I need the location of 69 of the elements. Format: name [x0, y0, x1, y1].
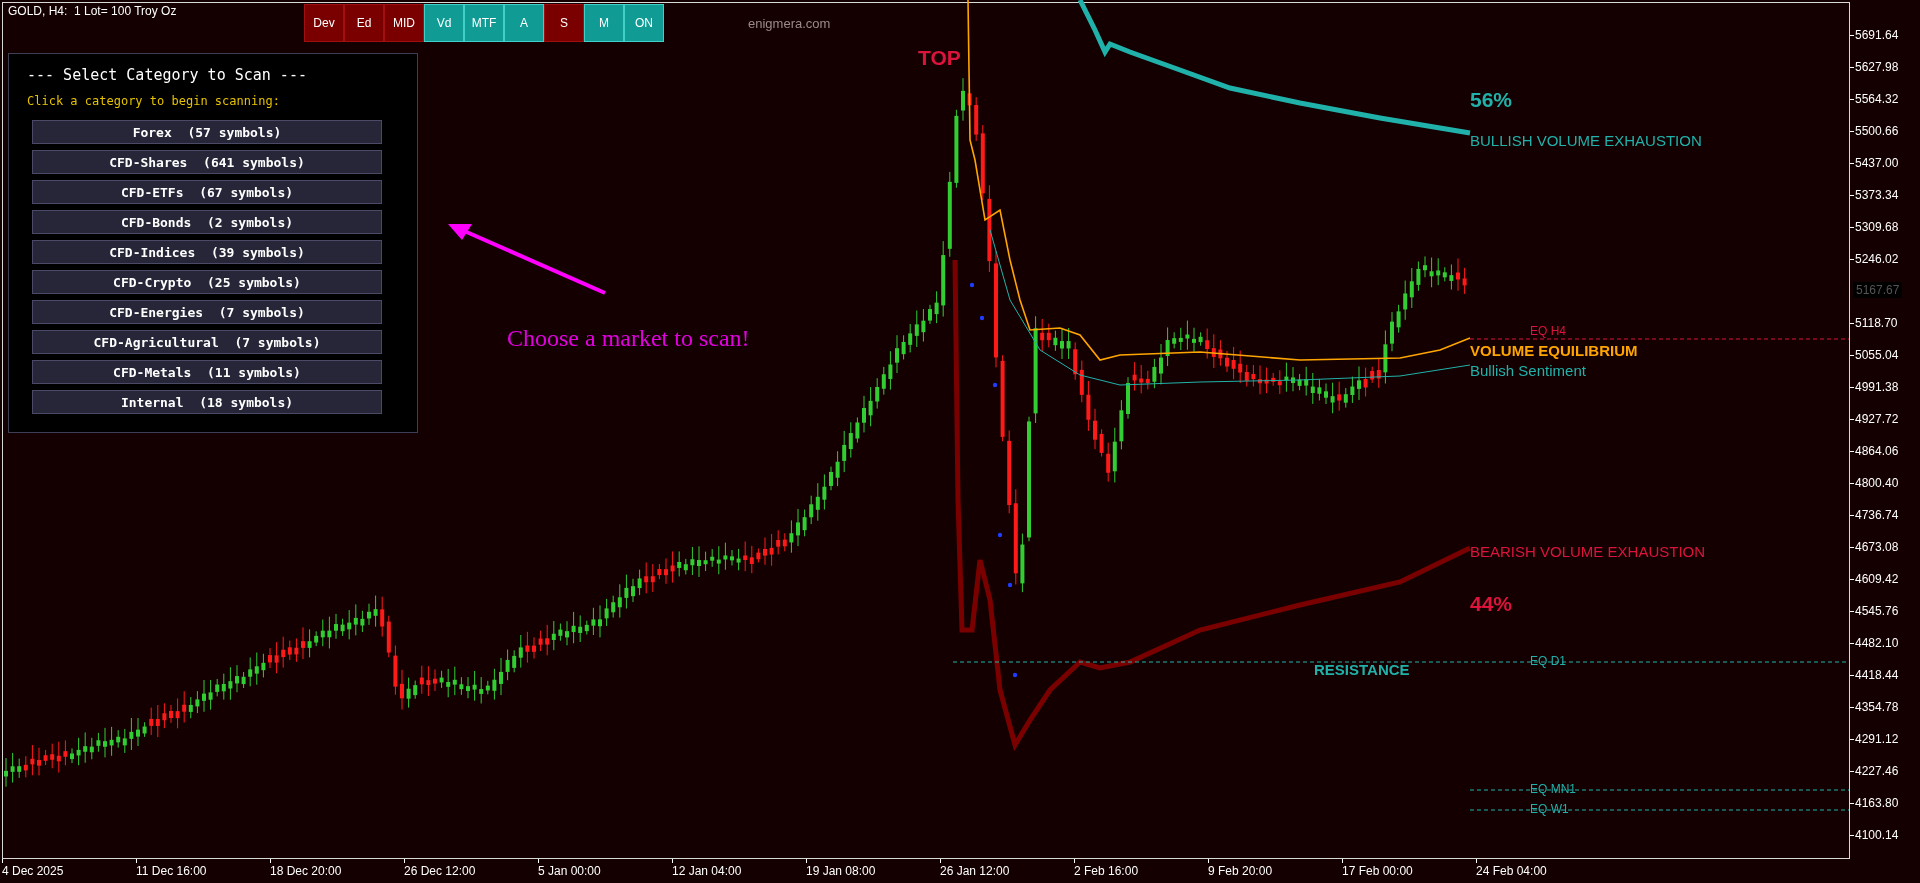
- time-label: 26 Jan 12:00: [940, 864, 1010, 878]
- time-label: 9 Feb 20:00: [1208, 864, 1273, 878]
- panel-instruction: Click a category to begin scanning:: [27, 94, 281, 108]
- price-label: 5500.66: [1855, 124, 1899, 138]
- price-label: 5627.98: [1855, 60, 1899, 74]
- price-label: 4736.74: [1855, 508, 1899, 522]
- price-label: 4991.38: [1855, 380, 1899, 394]
- level-label: EQ D1: [1530, 654, 1566, 668]
- current-price-tag: 5167.67: [1853, 282, 1903, 298]
- price-label: 5055.04: [1855, 348, 1899, 362]
- level-label: EQ H4: [1530, 324, 1566, 338]
- category-button[interactable]: CFD-Shares (641 symbols): [32, 150, 382, 174]
- category-button[interactable]: Internal (18 symbols): [32, 390, 382, 414]
- price-label: 5373.34: [1855, 188, 1899, 202]
- chart-label: TOP: [918, 46, 961, 70]
- toggle-button[interactable]: MID: [384, 4, 424, 42]
- price-label: 4927.72: [1855, 412, 1899, 426]
- chart-label: RESISTANCE: [1314, 661, 1410, 678]
- time-label: 19 Jan 08:00: [806, 864, 876, 878]
- category-button[interactable]: CFD-Agricultural (7 symbols): [32, 330, 382, 354]
- category-button[interactable]: CFD-Crypto (25 symbols): [32, 270, 382, 294]
- price-label: 5564.32: [1855, 92, 1899, 106]
- category-button[interactable]: CFD-ETFs (67 symbols): [32, 180, 382, 204]
- panel-title: --- Select Category to Scan ---: [27, 66, 308, 84]
- category-button[interactable]: CFD-Metals (11 symbols): [32, 360, 382, 384]
- price-label: 4609.42: [1855, 572, 1899, 586]
- price-label: 5246.02: [1855, 252, 1899, 266]
- price-label: 4800.40: [1855, 476, 1899, 490]
- price-label: 5691.64: [1855, 28, 1899, 42]
- time-label: 11 Dec 16:00: [136, 864, 207, 878]
- time-label: 17 Feb 00:00: [1342, 864, 1413, 878]
- price-label: 4227.46: [1855, 764, 1899, 778]
- price-label: 4291.12: [1855, 732, 1899, 746]
- chart-label: BEARISH VOLUME EXHAUSTION: [1470, 543, 1706, 560]
- price-label: 4545.76: [1855, 604, 1899, 618]
- site-label: enigmera.com: [748, 16, 831, 31]
- price-label: 5118.70: [1855, 316, 1898, 330]
- toggle-button[interactable]: Dev: [304, 4, 344, 42]
- price-label: 4673.08: [1855, 540, 1899, 554]
- level-label: EQ W1: [1530, 802, 1569, 816]
- time-label: 2 Feb 16:00: [1074, 864, 1139, 878]
- symbol-info: GOLD, H4: 1 Lot= 100 Troy Oz: [8, 4, 177, 18]
- category-button[interactable]: CFD-Indices (39 symbols): [32, 240, 382, 264]
- category-button[interactable]: CFD-Energies (7 symbols): [32, 300, 382, 324]
- chart-label: BULLISH VOLUME EXHAUSTION: [1470, 132, 1702, 149]
- category-button[interactable]: CFD-Bonds (2 symbols): [32, 210, 382, 234]
- chart-label: Bullish Sentiment: [1470, 362, 1586, 379]
- time-label: 18 Dec 20:00: [270, 864, 342, 878]
- toggle-button[interactable]: S: [544, 4, 584, 42]
- time-label: 24 Feb 04:00: [1476, 864, 1547, 878]
- price-label: 5437.00: [1855, 156, 1899, 170]
- chart-label: 56%: [1470, 88, 1513, 112]
- toggle-button[interactable]: Ed: [344, 4, 384, 42]
- price-label: 4354.78: [1855, 700, 1899, 714]
- chart-label: 44%: [1470, 592, 1513, 616]
- price-label: 4163.80: [1855, 796, 1899, 810]
- price-label: 4864.06: [1855, 444, 1899, 458]
- price-label: 4100.14: [1855, 828, 1899, 842]
- annotation-text: Choose a market to scan!: [507, 325, 750, 352]
- chart-label: VOLUME EQUILIBRIUM: [1470, 342, 1638, 359]
- time-label: 12 Jan 04:00: [672, 864, 742, 878]
- price-label: 5309.68: [1855, 220, 1899, 234]
- time-label: 5 Jan 00:00: [538, 864, 601, 878]
- time-label: 4 Dec 2025: [2, 864, 64, 878]
- category-button[interactable]: Forex (57 symbols): [32, 120, 382, 144]
- price-label: 4482.10: [1855, 636, 1899, 650]
- level-label: EQ MN1: [1530, 782, 1576, 796]
- time-label: 26 Dec 12:00: [404, 864, 476, 878]
- price-label: 4418.44: [1855, 668, 1899, 682]
